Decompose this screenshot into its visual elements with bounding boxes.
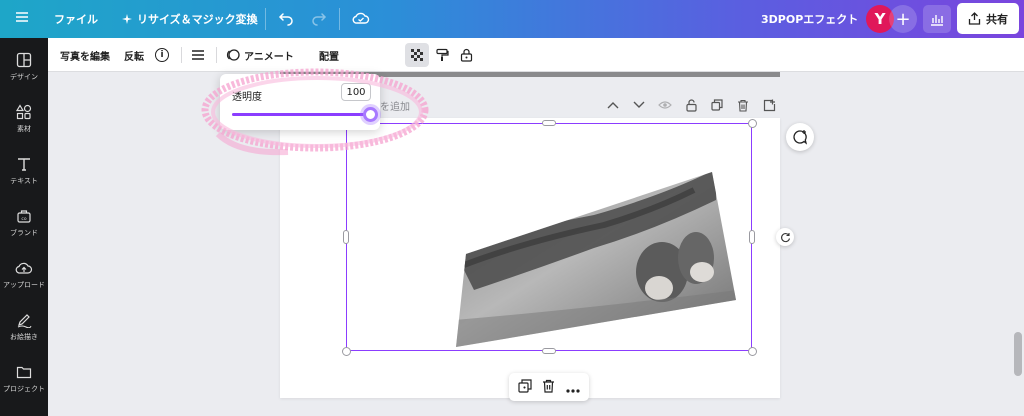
lock-button[interactable]: [460, 38, 473, 72]
sidebar-item-label: アップロード: [3, 281, 45, 289]
checkerboard-icon: [411, 49, 423, 61]
selection-box: [346, 123, 752, 351]
resize-magic-button[interactable]: リサイズ＆マジック変換: [121, 11, 258, 27]
sidebar-item-label: プロジェクト: [3, 385, 45, 393]
brand-icon: co: [17, 210, 31, 223]
sidebar-item-label: デザイン: [10, 73, 38, 81]
sidebar-item-elements[interactable]: 素材: [0, 94, 48, 146]
design-title[interactable]: 3DPOPエフェクト: [761, 11, 858, 27]
add-member-button[interactable]: +: [889, 5, 917, 33]
more-options-icon[interactable]: [566, 378, 580, 397]
divider: [265, 8, 266, 30]
rotate-icon: [780, 232, 790, 242]
sparkle-icon: [122, 14, 132, 24]
transparency-slider[interactable]: [232, 107, 378, 122]
folder-icon: [16, 366, 32, 379]
rotate-handle[interactable]: [776, 228, 794, 246]
sidebar-item-text[interactable]: テキスト: [0, 146, 48, 198]
transparency-slider-fill: [232, 113, 370, 116]
transparency-popover: 透明度 100: [220, 74, 380, 130]
chevron-up-icon[interactable]: [604, 96, 622, 114]
edit-photo-button[interactable]: 写真を編集: [60, 38, 110, 72]
resize-magic-label: リサイズ＆マジック変換: [137, 13, 258, 26]
divider: [339, 8, 340, 30]
left-sidebar: デザイン 素材 テキスト co ブランド アップロード お絵描き プロジェクト: [0, 38, 48, 416]
undo-icon[interactable]: [278, 10, 294, 26]
trash-icon[interactable]: [542, 378, 555, 397]
resize-handle-top-right[interactable]: [748, 119, 757, 128]
animate-button[interactable]: アニメート: [226, 38, 294, 72]
cloud-saved-icon[interactable]: [352, 10, 370, 26]
add-page-icon[interactable]: [760, 96, 778, 114]
chevron-down-icon[interactable]: [630, 96, 648, 114]
animate-label: アニメート: [244, 51, 294, 63]
sidebar-item-design[interactable]: デザイン: [0, 42, 48, 94]
element-quick-actions: [509, 373, 589, 401]
transparency-value-input[interactable]: 100: [341, 83, 371, 101]
sidebar-item-draw[interactable]: お絵描き: [0, 302, 48, 354]
transparency-button[interactable]: [405, 43, 429, 67]
share-label: 共有: [986, 12, 1008, 26]
transparency-label: 透明度: [232, 92, 262, 103]
chart-bars-icon: [931, 15, 943, 26]
sidebar-item-label: テキスト: [10, 177, 38, 185]
context-toolbar: 写真を編集 反転 i アニメート 配置: [48, 38, 1024, 72]
sidebar-item-label: ブランド: [10, 229, 38, 237]
resize-handle-bottom-left[interactable]: [342, 347, 351, 356]
paint-roller-icon: [436, 48, 449, 61]
resize-handle-bottom[interactable]: [542, 348, 556, 354]
info-icon: i: [155, 48, 169, 62]
file-menu-button[interactable]: ファイル: [54, 11, 98, 27]
transparency-slider-thumb[interactable]: [363, 107, 378, 122]
upload-icon: [15, 262, 33, 274]
delete-page-icon[interactable]: [734, 96, 752, 114]
resize-handle-top[interactable]: [542, 120, 556, 126]
text-icon: [18, 158, 30, 171]
copy-style-button[interactable]: [435, 38, 449, 72]
duplicate-page-icon[interactable]: [708, 96, 726, 114]
top-bar: ファイル リサイズ＆マジック変換 3DPOPエフェクト Y + 共有: [0, 0, 1024, 38]
lock-icon: [460, 48, 473, 62]
sidebar-item-label: お絵描き: [10, 333, 38, 341]
eye-icon[interactable]: [656, 96, 674, 114]
add-comment-button[interactable]: [786, 123, 814, 151]
comment-add-icon: [793, 130, 808, 145]
resize-handle-left[interactable]: [343, 230, 349, 244]
divider: [181, 47, 182, 63]
resize-handle-bottom-right[interactable]: [748, 347, 757, 356]
redo-icon[interactable]: [311, 10, 327, 26]
position-button[interactable]: 配置: [319, 38, 339, 72]
sidebar-item-projects[interactable]: プロジェクト: [0, 354, 48, 406]
insights-button[interactable]: [923, 5, 951, 33]
upload-share-icon: [968, 12, 981, 25]
animate-icon: [226, 49, 240, 61]
duplicate-icon[interactable]: [518, 378, 532, 397]
scrollbar-thumb[interactable]: [1014, 332, 1022, 376]
sidebar-item-brand[interactable]: co ブランド: [0, 198, 48, 250]
layout-icon: [16, 52, 32, 68]
draw-icon: [17, 314, 32, 328]
border-style-button[interactable]: [191, 38, 205, 72]
elements-icon: [16, 104, 32, 120]
divider: [216, 47, 217, 63]
sidebar-item-uploads[interactable]: アップロード: [0, 250, 48, 302]
svg-text:co: co: [21, 217, 26, 222]
page-lock-icon[interactable]: [682, 96, 700, 114]
lines-icon: [192, 50, 204, 60]
menu-icon[interactable]: [14, 9, 30, 25]
info-button[interactable]: i: [155, 38, 169, 72]
sidebar-item-label: 素材: [17, 125, 31, 133]
resize-handle-right[interactable]: [749, 230, 755, 244]
flip-button[interactable]: 反転: [124, 38, 144, 72]
share-button[interactable]: 共有: [957, 3, 1019, 34]
